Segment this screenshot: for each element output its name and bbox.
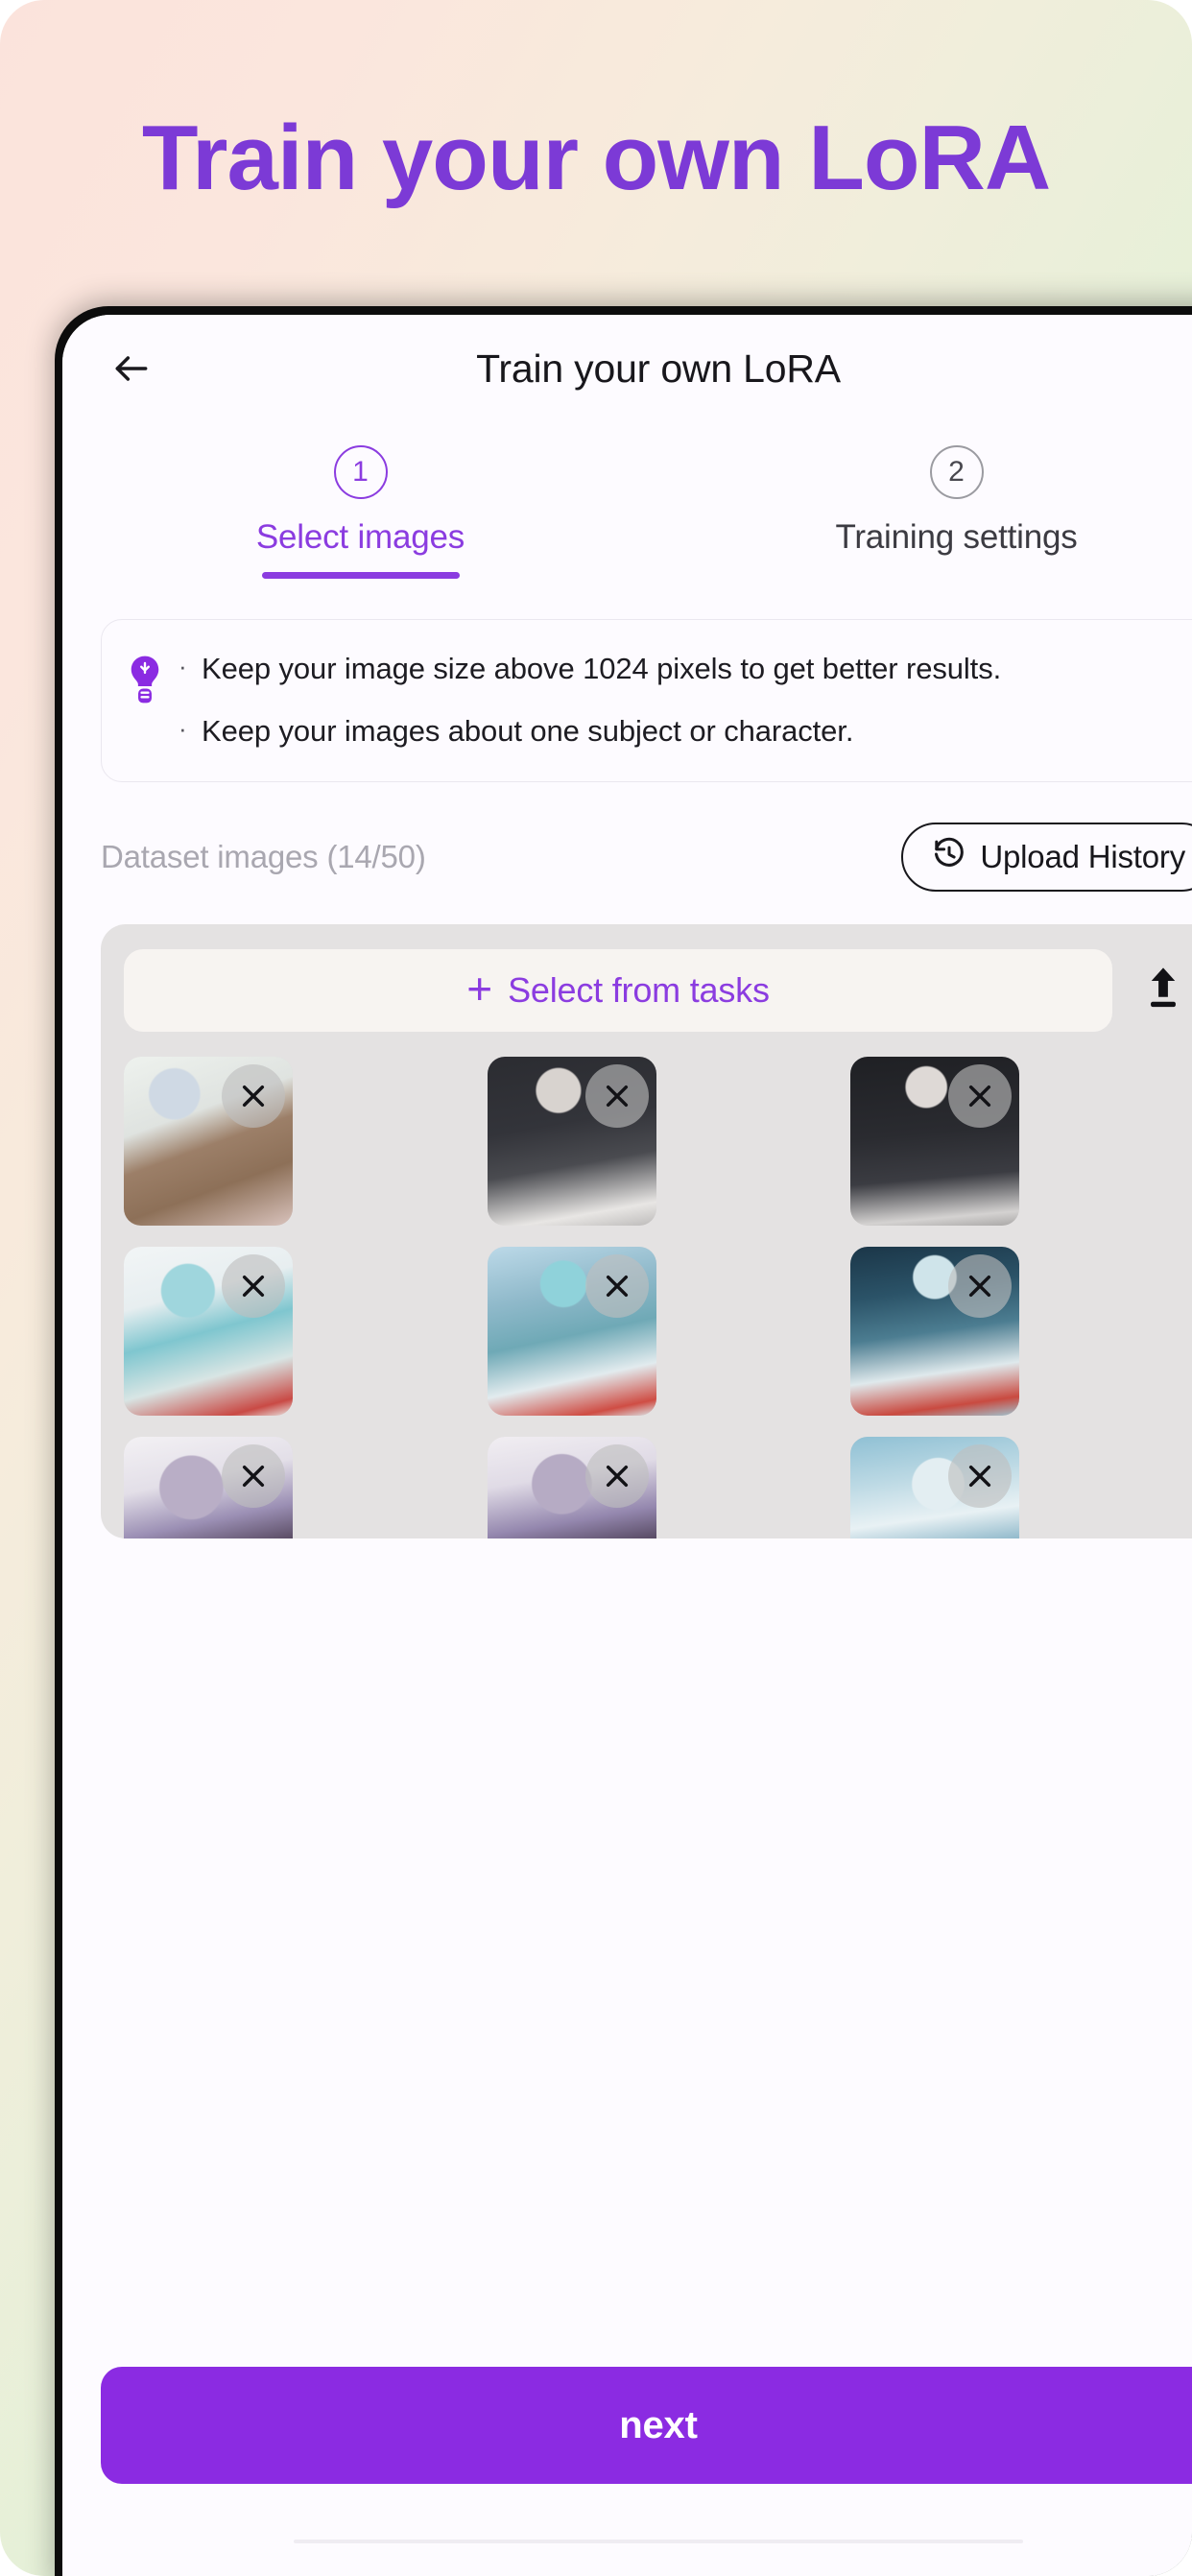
- remove-image-button[interactable]: [222, 1063, 285, 1128]
- upload-history-label: Upload History: [980, 838, 1185, 874]
- phone-frame: Train your own LoRA 1 Select images 2 Tr…: [55, 306, 1192, 2576]
- thumbnail-item[interactable]: [487, 1056, 656, 1226]
- lightbulb-icon: [127, 655, 163, 752]
- step-inactive-underline: [858, 572, 1056, 579]
- thumbnail-item[interactable]: [124, 1436, 293, 1538]
- bottom-action-bar: next: [62, 2342, 1192, 2576]
- next-button[interactable]: next: [101, 2367, 1192, 2484]
- thumbnail-item[interactable]: [487, 1246, 656, 1416]
- tip-text: Keep your images about one subject or ch…: [202, 713, 854, 748]
- step-label-1: Select images: [255, 518, 465, 556]
- gallery-toolbar: + Select from tasks: [124, 948, 1192, 1032]
- thumbnail-item[interactable]: [850, 1436, 1020, 1538]
- promo-background: Train your own LoRA Train your own LoRA: [0, 0, 1192, 2576]
- upload-arrow-icon: [1143, 965, 1183, 1015]
- dataset-gallery-panel: + Select from tasks: [101, 923, 1192, 1538]
- select-from-tasks-label: Select from tasks: [508, 969, 770, 1010]
- step-label-2: Training settings: [835, 518, 1078, 556]
- thumbnail-grid: [124, 1056, 1192, 1538]
- thumbnail-item[interactable]: [124, 1246, 293, 1416]
- stepper: 1 Select images 2 Training settings: [62, 422, 1192, 584]
- dataset-images-label: Dataset images (14/50): [101, 838, 426, 874]
- tip-item: · Keep your images about one subject or …: [179, 711, 1188, 752]
- tip-bullet: ·: [179, 652, 187, 680]
- upload-history-button[interactable]: Upload History: [901, 822, 1192, 892]
- phone-screen: Train your own LoRA 1 Select images 2 Tr…: [62, 315, 1192, 2576]
- tips-card: · Keep your image size above 1024 pixels…: [101, 619, 1192, 782]
- dataset-images-row: Dataset images (14/50) Upload History: [101, 821, 1192, 894]
- home-indicator: [294, 2540, 1023, 2543]
- thumbnail-item[interactable]: [487, 1436, 656, 1538]
- tip-item: · Keep your image size above 1024 pixels…: [179, 649, 1188, 690]
- step-select-images[interactable]: 1 Select images: [62, 445, 658, 584]
- step-number-2: 2: [929, 445, 984, 499]
- plus-icon: +: [466, 963, 493, 1014]
- remove-image-button[interactable]: [584, 1443, 649, 1508]
- remove-image-button[interactable]: [584, 1063, 649, 1128]
- arrow-left-icon: [110, 347, 153, 390]
- tip-bullet: ·: [179, 713, 187, 743]
- step-active-underline: [261, 572, 460, 579]
- app-header: Train your own LoRA: [62, 315, 1192, 422]
- remove-image-button[interactable]: [222, 1443, 285, 1508]
- history-clock-icon: [932, 837, 966, 876]
- thumbnail-item[interactable]: [850, 1246, 1020, 1416]
- remove-image-button[interactable]: [584, 1253, 649, 1318]
- thumbnail-item[interactable]: [124, 1056, 293, 1226]
- tips-list: · Keep your image size above 1024 pixels…: [179, 649, 1188, 752]
- promo-headline: Train your own LoRA: [141, 107, 1051, 209]
- select-from-tasks-button[interactable]: + Select from tasks: [124, 948, 1112, 1032]
- thumbnail-item[interactable]: [850, 1056, 1020, 1226]
- remove-image-button[interactable]: [948, 1063, 1013, 1128]
- remove-image-button[interactable]: [948, 1253, 1013, 1318]
- remove-image-button[interactable]: [948, 1443, 1013, 1508]
- tip-text: Keep your image size above 1024 pixels t…: [202, 652, 1002, 685]
- page-title: Train your own LoRA: [476, 346, 841, 391]
- upload-button[interactable]: [1133, 954, 1192, 1027]
- remove-image-button[interactable]: [222, 1253, 285, 1318]
- step-training-settings[interactable]: 2 Training settings: [658, 445, 1192, 584]
- back-button[interactable]: [101, 338, 162, 399]
- step-number-1: 1: [333, 445, 388, 499]
